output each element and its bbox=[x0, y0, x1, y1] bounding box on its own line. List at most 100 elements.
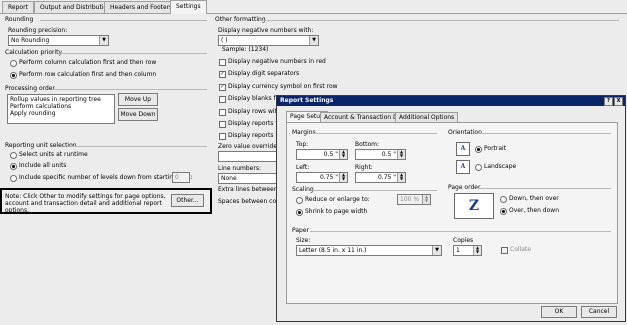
portrait-label: Portrait bbox=[484, 145, 507, 152]
over-then-down-radio[interactable] bbox=[500, 208, 507, 215]
tab-settings[interactable]: Settings bbox=[170, 0, 207, 14]
spinner-icon[interactable]: ▲ ▼ bbox=[339, 150, 347, 159]
spinner-icon[interactable]: ▲ ▼ bbox=[339, 173, 347, 182]
chevron-down-icon[interactable]: ▼ bbox=[99, 36, 108, 45]
rows-no-checkbox[interactable] bbox=[219, 109, 226, 116]
negative-numbers-select[interactable]: ( ) ▼ bbox=[218, 35, 319, 46]
spinner-icon[interactable]: ▲ ▼ bbox=[397, 173, 405, 182]
divider bbox=[476, 188, 611, 189]
paper-title: Paper bbox=[292, 227, 309, 234]
neg-red-label: Display negative numbers in red bbox=[228, 58, 326, 65]
collate-label: Collate bbox=[510, 246, 531, 253]
tab-additional-options[interactable]: Additional Options bbox=[395, 112, 459, 122]
landscape-label: Landscape bbox=[484, 163, 517, 170]
close-icon[interactable]: X bbox=[614, 97, 623, 106]
blanks-checkbox[interactable] bbox=[219, 96, 226, 103]
chevron-down-icon[interactable]: ▼ bbox=[309, 36, 318, 45]
line-numbers-select[interactable]: None bbox=[218, 173, 280, 184]
units-runtime-radio[interactable] bbox=[10, 152, 17, 159]
margin-left-input[interactable]: 0.75 " ▲ ▼ bbox=[296, 172, 348, 183]
note-box: Note: Click Other to modify settings for… bbox=[0, 188, 212, 214]
spinner-icon[interactable]: ▲ ▼ bbox=[422, 195, 430, 204]
page-order-preview-icon: Z bbox=[454, 193, 494, 219]
digit-separators-checkbox[interactable]: ✓ bbox=[219, 71, 226, 78]
divider bbox=[68, 146, 207, 147]
report-settings-dialog: Report Settings ? X Page Setup Account &… bbox=[276, 95, 626, 322]
tab-headers-footers[interactable]: Headers and Footers bbox=[104, 1, 179, 13]
divider bbox=[40, 20, 207, 21]
calc-row-first-radio[interactable] bbox=[10, 72, 17, 79]
units-levels-input[interactable]: 0 bbox=[172, 172, 190, 183]
negative-numbers-value: ( ) bbox=[221, 37, 228, 44]
calc-column-first-label: Perform column calculation first and the… bbox=[19, 59, 157, 66]
help-button[interactable]: ? bbox=[604, 97, 613, 106]
landscape-radio[interactable] bbox=[475, 164, 482, 171]
cancel-button[interactable]: Cancel bbox=[581, 306, 617, 318]
settings-tabstrip: Report Output and Distribution Headers a… bbox=[0, 0, 627, 14]
rounding-title: Rounding bbox=[5, 16, 34, 23]
move-up-button[interactable]: Move Up bbox=[118, 93, 158, 106]
scale-percent-input[interactable]: 100 % ▲ ▼ bbox=[397, 194, 431, 205]
negative-numbers-label: Display negative numbers with: bbox=[218, 27, 314, 34]
copies-label: Copies bbox=[453, 237, 474, 244]
units-levels-radio[interactable] bbox=[10, 175, 17, 182]
calc-priority-title: Calculation priority bbox=[5, 49, 63, 56]
down-then-over-radio[interactable] bbox=[500, 196, 507, 203]
chevron-down-icon[interactable]: ▼ bbox=[432, 246, 441, 255]
divider bbox=[312, 133, 437, 134]
orientation-title: Orientation bbox=[448, 129, 482, 136]
currency-symbol-checkbox[interactable]: ✓ bbox=[219, 84, 226, 91]
scaling-title: Scaling bbox=[292, 186, 314, 193]
neg-red-checkbox[interactable] bbox=[219, 59, 226, 66]
line-numbers-label: Line numbers: bbox=[218, 165, 261, 172]
tab-report[interactable]: Report bbox=[2, 1, 34, 13]
margin-left-value: 0.75 " bbox=[319, 174, 338, 181]
margin-bottom-label: Bottom: bbox=[355, 141, 380, 148]
margin-bottom-input[interactable]: 0.5 " ▲ ▼ bbox=[355, 149, 406, 160]
margin-left-label: Left: bbox=[296, 164, 310, 171]
divider bbox=[310, 231, 611, 232]
portrait-icon: A bbox=[456, 142, 470, 156]
paper-size-select[interactable]: Letter (8.5 in. x 11 in.) ▼ bbox=[296, 245, 442, 256]
reduce-enlarge-radio[interactable] bbox=[296, 197, 303, 204]
calc-column-first-radio[interactable] bbox=[10, 60, 17, 67]
margin-right-input[interactable]: 0.75 " ▲ ▼ bbox=[355, 172, 406, 183]
over-then-down-label: Over, then down bbox=[509, 207, 559, 214]
zero-override-input[interactable] bbox=[218, 151, 280, 162]
shrink-page-width-label: Shrink to page width bbox=[305, 208, 368, 215]
reports-gr-checkbox[interactable] bbox=[219, 133, 226, 140]
paper-size-value: Letter (8.5 in. x 11 in.) bbox=[299, 247, 367, 254]
divider bbox=[479, 133, 611, 134]
other-button[interactable]: Other... bbox=[171, 194, 204, 207]
rounding-precision-value: No Rounding bbox=[11, 37, 50, 44]
landscape-icon: A bbox=[456, 160, 470, 174]
processing-order-list[interactable]: Rollup values in reporting tree Perform … bbox=[7, 94, 115, 124]
portrait-radio[interactable] bbox=[475, 146, 482, 153]
list-item[interactable]: Apply rounding bbox=[10, 110, 112, 117]
other-formatting-title: Other formatting bbox=[215, 16, 266, 23]
spinner-icon[interactable]: ▲ ▼ bbox=[473, 246, 481, 255]
copies-value: 1 bbox=[456, 247, 460, 254]
spinner-icon[interactable]: ▲ ▼ bbox=[397, 150, 405, 159]
list-item[interactable]: Rollup values in reporting tree bbox=[10, 96, 112, 103]
reports-with-checkbox[interactable] bbox=[219, 121, 226, 128]
ok-button[interactable]: OK bbox=[541, 306, 577, 318]
margin-right-label: Right: bbox=[355, 164, 373, 171]
shrink-page-width-radio[interactable] bbox=[296, 209, 303, 216]
margin-top-value: 0.5 " bbox=[323, 151, 338, 158]
scale-percent-value: 100 % bbox=[400, 196, 420, 203]
units-runtime-label: Select units at runtime bbox=[19, 151, 88, 158]
margin-right-value: 0.75 " bbox=[377, 174, 396, 181]
dialog-titlebar[interactable]: Report Settings ? X bbox=[277, 96, 625, 106]
currency-symbol-label: Display currency symbol on first row bbox=[228, 83, 338, 90]
copies-input[interactable]: 1 ▲ ▼ bbox=[453, 245, 482, 256]
rounding-precision-label: Rounding precision: bbox=[8, 27, 68, 34]
collate-checkbox[interactable] bbox=[501, 247, 508, 254]
units-all-radio[interactable] bbox=[10, 163, 17, 170]
reporting-unit-title: Reporting unit selection bbox=[5, 142, 77, 149]
margin-top-input[interactable]: 0.5 " ▲ ▼ bbox=[296, 149, 348, 160]
divider bbox=[52, 89, 207, 90]
move-down-button[interactable]: Move Down bbox=[118, 108, 158, 121]
list-item[interactable]: Perform calculations bbox=[10, 103, 112, 110]
rounding-precision-select[interactable]: No Rounding ▼ bbox=[8, 35, 109, 46]
